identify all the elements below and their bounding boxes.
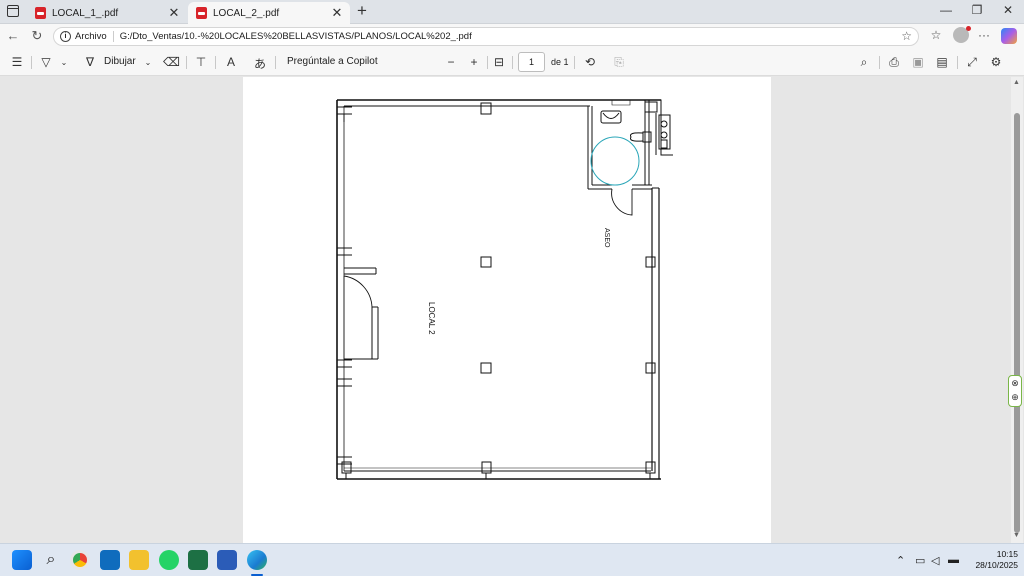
taskbar: ⌕ ⌃ ▭ ◁ ▬ 10:15 28/10/2025 [0,543,1024,576]
translate-icon[interactable]: あ [252,55,268,72]
room-label-aseo: ASEO [603,228,610,248]
word-icon[interactable] [217,550,237,570]
window-menu-icon[interactable] [7,5,19,17]
divider [879,56,880,69]
page-view-icon[interactable]: ⎘ [611,55,627,70]
chrome-icon[interactable] [70,550,90,570]
refresh-button[interactable]: ↻ [29,28,45,44]
tab-title: LOCAL_1_.pdf [52,7,119,19]
zoom-in-icon[interactable]: + [466,55,482,69]
annotation-circle [590,136,640,186]
more-options-icon[interactable]: ··· [975,28,993,42]
pdf-toolbar: ☰ ▽ ⌄ ∇ Dibujar ⌄ ⌫ ⊤ A あ Pregúntale a C… [0,49,1024,76]
search-icon[interactable]: ⌕ [41,550,61,570]
floor-plan-drawing [336,99,673,480]
tab-strip: LOCAL_1_.pdf ✕ LOCAL_2_.pdf ✕ + — ❐ ✕ [0,0,1024,24]
address-input[interactable]: i Archivo G:/Dto_Ventas/10.-%20LOCALES%2… [53,27,919,46]
outlook-icon[interactable] [100,550,120,570]
eraser-icon[interactable]: ⌫ [163,55,180,69]
new-tab-button[interactable]: + [354,2,370,20]
chevron-up-icon[interactable]: ⌃ [896,554,905,567]
edge-icon[interactable] [247,550,267,570]
close-tab-icon[interactable]: ✕ [167,5,181,21]
chevron-down-icon[interactable]: ⌄ [56,58,72,67]
settings-gear-icon[interactable]: ⚙ [988,55,1004,69]
scroll-down-icon[interactable]: ▼ [1013,532,1020,539]
scroll-up-icon[interactable]: ▲ [1013,79,1020,86]
tab-local-1[interactable]: LOCAL_1_.pdf ✕ [27,2,187,24]
clock-date: 28/10/2025 [975,560,1018,570]
read-aloud-icon[interactable]: A [223,55,239,69]
chevron-down-icon[interactable]: ⌄ [140,58,156,67]
fullscreen-icon[interactable]: ⤢ [964,55,980,70]
divider [31,56,32,69]
favorites-icon[interactable]: ☆ [927,28,945,42]
address-bar-row: ← ↻ i Archivo G:/Dto_Ventas/10.-%20LOCAL… [0,24,1024,49]
close-tab-icon[interactable]: ✕ [330,5,344,21]
pdf-icon [35,7,46,19]
info-icon[interactable]: i [60,31,71,42]
fit-page-icon[interactable]: ⊟ [491,55,507,69]
divider [512,56,513,69]
vertical-scrollbar[interactable]: ▲ ▼ [1011,77,1023,543]
close-icon[interactable]: ⊗ [1009,376,1021,390]
tab-local-2[interactable]: LOCAL_2_.pdf ✕ [188,2,350,24]
draw-icon[interactable]: ∇ [82,55,98,69]
room-label-local: LOCAL 2 [427,302,436,335]
pdf-viewer[interactable]: LOCAL 2 ASEO ▲ ▼ ⊗ ⊕ [0,77,1024,543]
highlight-icon[interactable]: ▽ [38,55,54,69]
divider [275,56,276,69]
print-icon[interactable]: ⎙ [886,55,902,70]
divider [574,56,575,69]
side-panel-handle[interactable]: ⊗ ⊕ [1008,375,1022,407]
search-icon[interactable]: ⌕ [856,55,872,70]
text-box-icon[interactable]: ⊤ [193,55,209,69]
contents-list-icon[interactable]: ☰ [9,55,25,69]
divider [957,56,958,69]
back-button[interactable]: ← [5,28,21,43]
divider [487,56,488,69]
copilot-icon[interactable] [1001,28,1017,44]
windows-start-icon[interactable] [12,550,32,570]
page-number-input[interactable]: 1 [518,52,545,72]
divider [186,56,187,69]
favorite-star-icon[interactable]: ☆ [901,29,912,43]
save-as-icon[interactable]: ▤ [934,55,950,69]
ask-copilot-button[interactable]: Pregúntale a Copilot [287,56,378,67]
clock-time: 10:15 [996,549,1018,559]
page-total-label: de 1 [551,57,569,67]
pdf-icon [196,7,207,19]
divider [112,31,114,42]
close-window-button[interactable]: ✕ [998,3,1018,17]
divider [215,56,216,69]
url-text: G:/Dto_Ventas/10.-%20LOCALES%20BELLASVIS… [119,31,472,42]
clock[interactable]: 10:15 28/10/2025 [968,549,1018,571]
scroll-thumb[interactable] [1014,113,1020,533]
avatar[interactable] [953,26,971,43]
rotate-icon[interactable]: ⟲ [582,55,598,69]
accessibility-icon[interactable]: ⊕ [1009,390,1021,404]
draw-label[interactable]: Dibujar [104,56,136,67]
excel-icon[interactable] [188,550,208,570]
minimize-button[interactable]: — [936,3,956,17]
file-explorer-icon[interactable] [129,550,149,570]
battery-icon[interactable]: ▬ [948,554,959,566]
whatsapp-icon[interactable] [159,550,179,570]
tab-title: LOCAL_2_.pdf [213,7,280,19]
scheme-label: Archivo [75,31,107,42]
zoom-out-icon[interactable]: − [443,55,459,69]
save-icon[interactable]: ▣ [910,55,926,69]
restore-button[interactable]: ❐ [967,3,987,17]
volume-icon[interactable]: ◁ [931,554,939,567]
display-icon[interactable]: ▭ [915,554,925,567]
